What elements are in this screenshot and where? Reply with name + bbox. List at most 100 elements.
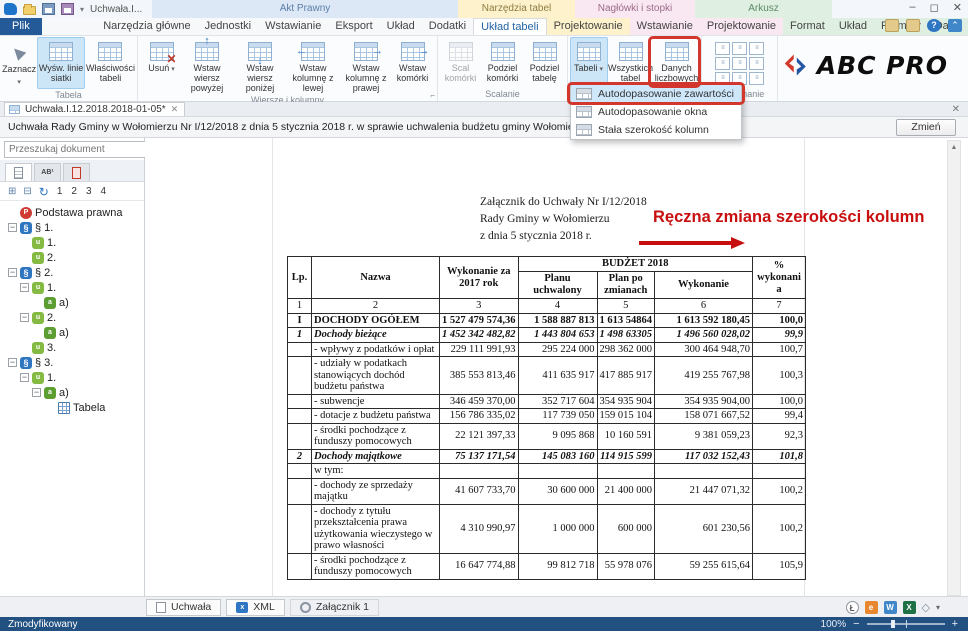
- collapse-tree-icon[interactable]: ⊞: [8, 186, 16, 197]
- open-icon[interactable]: [23, 6, 36, 15]
- table-cell[interactable]: 158 071 667,52: [655, 409, 753, 424]
- table-cell[interactable]: 117 739 050: [518, 409, 597, 424]
- header-cell[interactable]: Plan po zmianach: [597, 272, 655, 299]
- table-cell[interactable]: - środki pochodzące z funduszy pomocowyc…: [312, 423, 440, 449]
- align-top-right-button[interactable]: ≡: [749, 42, 764, 55]
- tree-item[interactable]: −aa): [3, 385, 144, 400]
- header-cell[interactable]: Nazwa: [312, 257, 440, 299]
- table-cell[interactable]: DOCHODY OGÓŁEM: [312, 313, 440, 328]
- header-cell[interactable]: BUDŻET 2018: [518, 257, 753, 272]
- table-cell[interactable]: 21 400 000: [597, 478, 655, 504]
- view-tab-uchwala[interactable]: Uchwała: [146, 599, 221, 616]
- table-cell[interactable]: - udziały w podatkach stanowiących dochó…: [312, 357, 440, 395]
- menu-item-autofit-contents[interactable]: Autodopasowanie zawartości: [571, 85, 741, 103]
- table-cell[interactable]: I: [288, 313, 312, 328]
- dialog-launcher-icon[interactable]: ⌐: [430, 91, 435, 100]
- table-cell[interactable]: 101,8: [753, 449, 806, 464]
- autofit-numeric-data-button[interactable]: Danych liczbowych: [654, 37, 700, 88]
- publish-icon[interactable]: [906, 19, 920, 32]
- table-cell[interactable]: 9 381 059,23: [655, 423, 753, 449]
- zoom-in-button[interactable]: +: [952, 618, 958, 630]
- table-cell[interactable]: 99,9: [753, 328, 806, 343]
- collapse-node-icon[interactable]: −: [8, 358, 17, 367]
- split-table-button[interactable]: Podziel tabelę: [524, 37, 566, 88]
- insert-row-below-button[interactable]: ↓ Wstaw wiersz poniżej: [234, 37, 287, 94]
- table-cell[interactable]: 100,2: [753, 504, 806, 553]
- table-cell[interactable]: [518, 464, 597, 479]
- sidebar-tab-structure[interactable]: [5, 163, 32, 181]
- tree-item[interactable]: −u1.: [3, 280, 144, 295]
- tab-uklad-tabeli[interactable]: Układ tabeli: [473, 18, 546, 35]
- table-cell[interactable]: - dochody ze sprzedaży majątku: [312, 478, 440, 504]
- tree-item[interactable]: −u1.: [3, 370, 144, 385]
- table-cell[interactable]: 295 224 000: [518, 342, 597, 357]
- view-tab-zalacznik[interactable]: Załącznik 1: [290, 599, 379, 616]
- insert-column-right-button[interactable]: → Wstaw kolumnę z prawej: [340, 37, 393, 94]
- table-cell[interactable]: - dochody z tytułu przekształcenia prawa…: [312, 504, 440, 553]
- tab-format[interactable]: Format: [783, 18, 832, 35]
- document-canvas[interactable]: Załącznik do Uchwały Nr I/12/2018 Rady G…: [145, 138, 968, 596]
- tree-item[interactable]: aa): [3, 325, 144, 340]
- table-cell[interactable]: 601 230,56: [655, 504, 753, 553]
- insert-row-above-button[interactable]: ↑ Wstaw wiersz powyżej: [181, 37, 234, 94]
- table-cell[interactable]: 1 588 887 813: [518, 313, 597, 328]
- table-cell[interactable]: 159 015 104: [597, 409, 655, 424]
- tree-item[interactable]: PPodstawa prawna: [3, 205, 144, 220]
- tab-wstawianie[interactable]: Wstawianie: [258, 18, 328, 35]
- menu-item-autofit-window[interactable]: Autodopasowanie okna: [571, 103, 741, 121]
- table-cell[interactable]: 354 935 904,00: [655, 394, 753, 409]
- delete-button[interactable]: ✕ Usuń: [143, 37, 181, 94]
- table-cell[interactable]: 22 121 397,33: [440, 423, 519, 449]
- export-icon-4[interactable]: X: [903, 601, 916, 614]
- save-icon[interactable]: [42, 3, 55, 15]
- align-middle-left-button[interactable]: ≡: [715, 57, 730, 70]
- tab-dodatki[interactable]: Dodatki: [422, 18, 473, 35]
- tab-jednostki[interactable]: Jednostki: [198, 18, 258, 35]
- table-cell[interactable]: [288, 342, 312, 357]
- table-cell[interactable]: 59 255 615,64: [655, 553, 753, 579]
- zoom-out-button[interactable]: −: [853, 618, 859, 630]
- table-cell[interactable]: [288, 409, 312, 424]
- table-cell[interactable]: - środki pochodzące z funduszy pomocowyc…: [312, 553, 440, 579]
- refresh-icon[interactable]: ↻: [39, 187, 49, 197]
- tree-item[interactable]: u3.: [3, 340, 144, 355]
- table-cell[interactable]: 1 496 560 028,02: [655, 328, 753, 343]
- table-cell[interactable]: 600 000: [597, 504, 655, 553]
- table-cell[interactable]: 10 160 591: [597, 423, 655, 449]
- table-cell[interactable]: [288, 357, 312, 395]
- minimize-button[interactable]: –: [910, 1, 916, 14]
- table-cell[interactable]: 1: [288, 328, 312, 343]
- menu-item-fixed-column-width[interactable]: Stała szerokość kolumn: [571, 121, 741, 139]
- tab-plik[interactable]: Plik: [0, 18, 42, 35]
- autofit-table-button[interactable]: Tabeli: [570, 37, 608, 88]
- view-tab-xml[interactable]: x XML: [226, 599, 285, 616]
- share-icon[interactable]: [885, 19, 899, 32]
- tree-item[interactable]: −§§ 2.: [3, 265, 144, 280]
- table-cell[interactable]: [288, 423, 312, 449]
- autofit-all-tables-button[interactable]: Wszystkich tabel: [608, 37, 654, 88]
- zoom-slider[interactable]: [867, 623, 945, 625]
- scroll-up-icon[interactable]: ▲: [948, 141, 960, 151]
- insert-cells-button[interactable]: → Wstaw komórki: [393, 37, 433, 94]
- table-cell[interactable]: 385 553 813,46: [440, 357, 519, 395]
- table-cell[interactable]: 7: [753, 299, 806, 314]
- table-cell[interactable]: 5: [597, 299, 655, 314]
- table-cell[interactable]: 1 527 479 574,36: [440, 313, 519, 328]
- table-cell[interactable]: 4: [518, 299, 597, 314]
- table-cell[interactable]: w tym:: [312, 464, 440, 479]
- collapse-node-icon[interactable]: −: [20, 373, 29, 382]
- tree-item[interactable]: −§§ 1.: [3, 220, 144, 235]
- search-input[interactable]: [4, 141, 146, 158]
- header-cell[interactable]: Wykonanie za 2017 rok: [440, 257, 519, 299]
- close-panel-icon[interactable]: ✕: [952, 104, 960, 115]
- level-3-button[interactable]: 3: [85, 186, 93, 197]
- table-cell[interactable]: 145 083 160: [518, 449, 597, 464]
- table-cell[interactable]: [288, 464, 312, 479]
- collapse-node-icon[interactable]: −: [8, 268, 17, 277]
- table-cell[interactable]: Dochody majątkowe: [312, 449, 440, 464]
- collapse-node-icon[interactable]: −: [32, 388, 41, 397]
- align-top-center-button[interactable]: ≡: [732, 42, 747, 55]
- export-icon-3[interactable]: W: [884, 601, 897, 614]
- table-cell[interactable]: 41 607 733,70: [440, 478, 519, 504]
- table-cell[interactable]: 55 978 076: [597, 553, 655, 579]
